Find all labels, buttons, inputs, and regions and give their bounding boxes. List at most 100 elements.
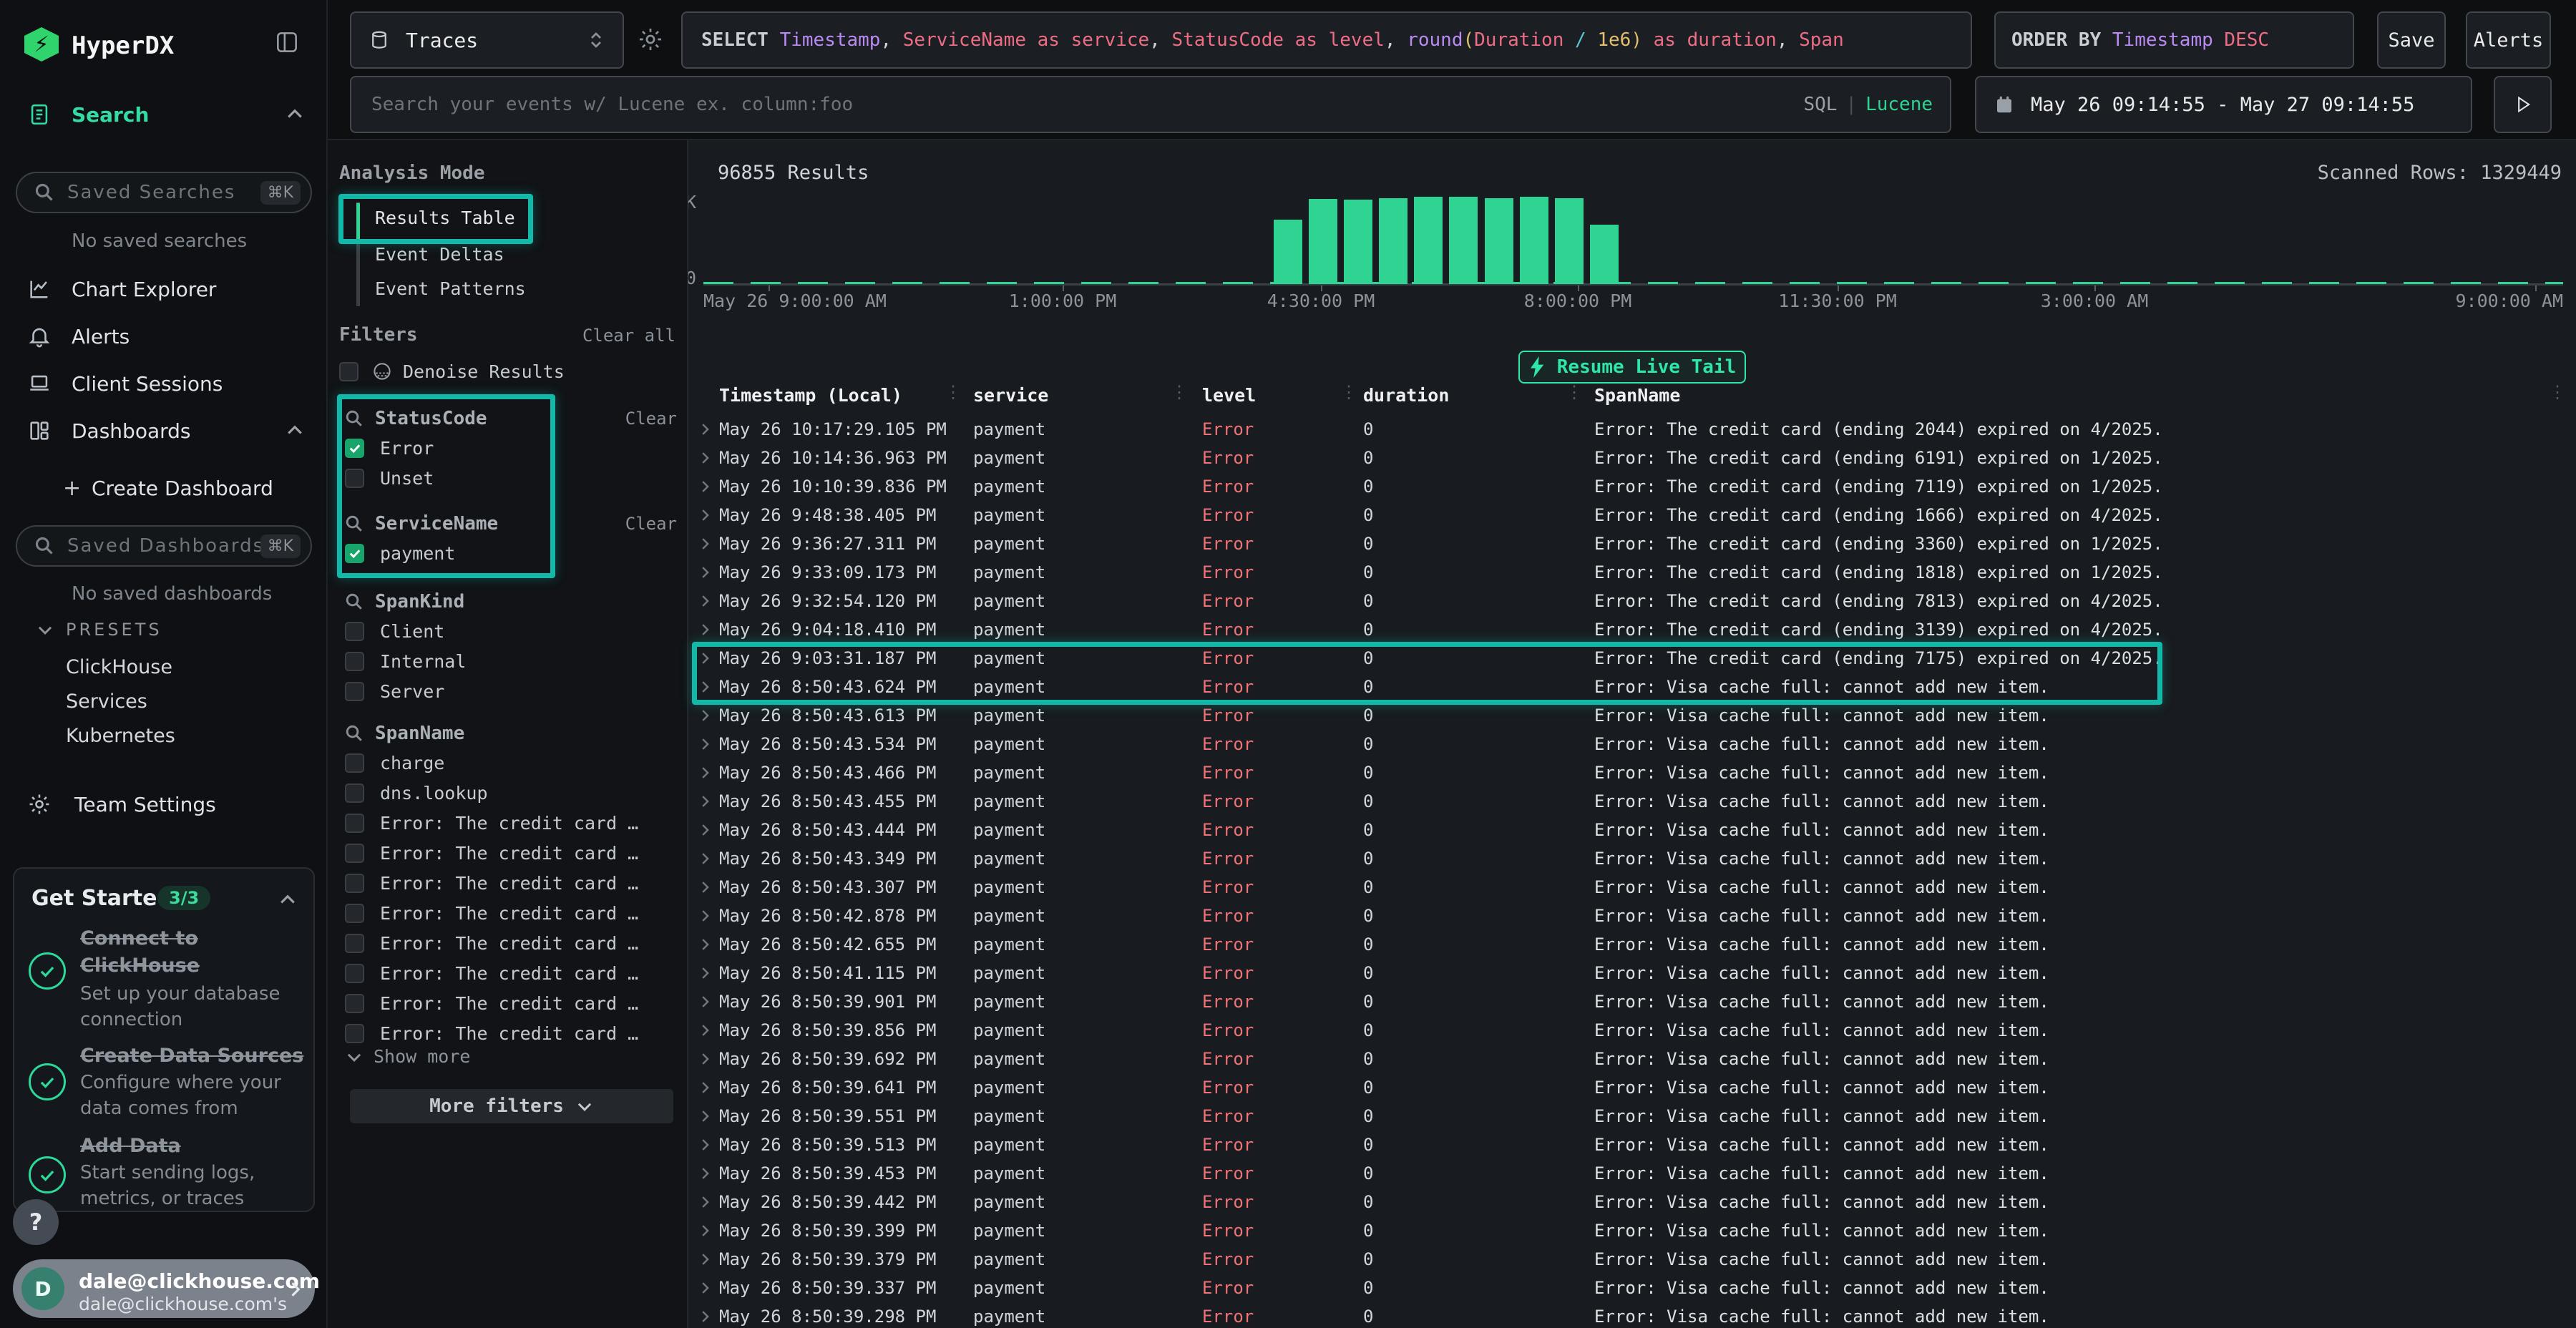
table-row[interactable]: May 26 9:04:18.410 PMpaymentError0Error:… [688,615,2576,644]
table-row[interactable]: May 26 8:50:41.115 PMpaymentError0Error:… [688,959,2576,987]
table-row[interactable]: May 26 8:50:43.307 PMpaymentError0Error:… [688,873,2576,902]
filter-clear-button[interactable]: Clear [625,409,677,429]
analysis-option-results-table[interactable]: Results Table [375,204,515,233]
presets-toggle[interactable]: PRESETS [0,610,328,650]
histogram-bar[interactable] [1274,220,1302,284]
table-row[interactable]: May 26 8:50:43.444 PMpaymentError0Error:… [688,816,2576,844]
table-row-highlighted[interactable]: May 26 9:03:31.187 PMpaymentError0Error:… [688,644,2576,673]
row-expand-icon[interactable] [697,1280,713,1296]
row-expand-icon[interactable] [697,565,713,580]
row-expand-icon[interactable] [697,1309,713,1324]
filter-option[interactable]: Error: The credit card … [328,868,688,898]
row-expand-icon[interactable] [697,736,713,752]
table-row[interactable]: May 26 8:50:43.349 PMpaymentError0Error:… [688,844,2576,873]
row-expand-icon[interactable] [697,421,713,437]
column-header-timestamp[interactable]: Timestamp (Local) [719,385,902,406]
show-more-button[interactable]: Show more [345,1046,470,1067]
results-histogram[interactable]: 12K 0 May 26 9:00:00 AM1:00:00 PM4:30:00… [703,183,2563,284]
row-expand-icon[interactable] [697,765,713,781]
filter-option[interactable]: dns.lookup [328,778,688,808]
search-icon[interactable] [345,592,364,611]
row-expand-icon[interactable] [697,965,713,981]
table-row[interactable]: May 26 8:50:39.856 PMpaymentError0Error:… [688,1016,2576,1045]
checkbox-unchecked[interactable] [345,753,364,773]
checkbox-unchecked[interactable] [345,783,364,803]
column-grip-icon[interactable]: ⋮ [945,382,962,402]
column-header-spanname[interactable]: SpanName [1594,385,1680,406]
alerts-button[interactable]: Alerts [2466,11,2551,69]
filter-option[interactable]: payment [328,538,688,568]
get-started-item-title[interactable]: ClickHouse [80,954,200,977]
table-row-highlighted[interactable]: May 26 8:50:43.624 PMpaymentError0Error:… [688,673,2576,701]
table-row[interactable]: May 26 8:50:43.534 PMpaymentError0Error:… [688,730,2576,758]
table-row[interactable]: May 26 8:50:42.655 PMpaymentError0Error:… [688,930,2576,959]
checkbox-unchecked[interactable] [345,814,364,833]
row-expand-icon[interactable] [697,507,713,523]
row-expand-icon[interactable] [697,536,713,552]
row-expand-icon[interactable] [697,1223,713,1239]
histogram-bar[interactable] [1449,197,1478,284]
histogram-bar[interactable] [1344,200,1372,284]
histogram-bar[interactable] [1414,197,1443,284]
row-expand-icon[interactable] [697,593,713,609]
search-icon[interactable] [345,514,364,533]
table-row[interactable]: May 26 10:17:29.105 PMpaymentError0Error… [688,415,2576,444]
row-expand-icon[interactable] [697,708,713,723]
analysis-option-event-deltas[interactable]: Event Deltas [375,240,504,269]
filter-option[interactable]: Error: The credit card … [328,958,688,988]
resume-live-tail-button[interactable]: Resume Live Tail [1518,351,1746,384]
table-row[interactable]: May 26 8:50:39.399 PMpaymentError0Error:… [688,1216,2576,1245]
row-expand-icon[interactable] [697,622,713,638]
date-range-picker[interactable]: May 26 09:14:55 - May 27 09:14:55 [1975,76,2472,133]
table-row[interactable]: May 26 8:50:43.613 PMpaymentError0Error:… [688,701,2576,730]
sidebar-item-clickhouse[interactable]: ClickHouse [66,656,172,678]
histogram-bar[interactable] [1555,198,1584,284]
row-expand-icon[interactable] [697,937,713,952]
saved-searches-input[interactable]: Saved Searches ⌘K [16,172,312,213]
histogram-bar[interactable] [1520,197,1548,284]
sql-query-input[interactable]: SELECT Timestamp, ServiceName as service… [681,11,1972,69]
row-expand-icon[interactable] [697,1166,713,1181]
filter-option[interactable]: Client [328,616,688,646]
histogram-bar[interactable] [1379,198,1407,284]
checkbox-unchecked[interactable] [345,652,364,671]
table-row[interactable]: May 26 8:50:39.551 PMpaymentError0Error:… [688,1102,2576,1131]
table-row[interactable]: May 26 8:50:39.442 PMpaymentError0Error:… [688,1188,2576,1216]
row-expand-icon[interactable] [697,1194,713,1210]
table-row[interactable]: May 26 8:50:39.901 PMpaymentError0Error:… [688,987,2576,1016]
table-row[interactable]: May 26 9:48:38.405 PMpaymentError0Error:… [688,501,2576,529]
table-row[interactable]: May 26 8:50:39.692 PMpaymentError0Error:… [688,1045,2576,1073]
filter-option[interactable]: Error: The credit card … [328,808,688,838]
row-expand-icon[interactable] [697,1108,713,1124]
saved-dashboards-input[interactable]: Saved Dashboards ⌘K [16,525,312,567]
column-grip-icon[interactable]: ⋮ [1171,382,1188,402]
more-filters-button[interactable]: More filters [350,1089,673,1123]
sidebar-collapse-icon[interactable] [273,29,301,56]
event-search-input[interactable]: Search your events w/ Lucene ex. column:… [350,76,1951,133]
sidebar-item-alerts[interactable]: Alerts [0,315,328,358]
table-row[interactable]: May 26 9:36:27.311 PMpaymentError0Error:… [688,529,2576,558]
get-started-item-title[interactable]: Connect to [80,927,198,949]
table-row[interactable]: May 26 8:50:39.453 PMpaymentError0Error:… [688,1159,2576,1188]
get-started-item-title[interactable]: Create Data Sources [80,1045,303,1067]
row-expand-icon[interactable] [697,479,713,494]
get-started-item-title[interactable]: Add Data [80,1135,181,1157]
row-expand-icon[interactable] [697,908,713,924]
chevron-up-icon[interactable] [278,890,298,910]
checkbox-checked[interactable] [345,544,364,563]
table-row[interactable]: May 26 8:50:39.379 PMpaymentError0Error:… [688,1245,2576,1274]
column-header-service[interactable]: service [973,385,1048,406]
column-header-level[interactable]: level [1202,385,1256,406]
search-icon[interactable] [345,724,364,743]
sidebar-item-client-sessions[interactable]: Client Sessions [0,362,328,405]
table-row[interactable]: May 26 10:14:36.963 PMpaymentError0Error… [688,444,2576,472]
checkbox-checked[interactable] [345,439,364,458]
table-row[interactable]: May 26 8:50:42.878 PMpaymentError0Error:… [688,902,2576,930]
filter-option[interactable]: Unset [328,463,688,493]
table-row[interactable]: May 26 8:50:39.513 PMpaymentError0Error:… [688,1131,2576,1159]
table-row[interactable]: May 26 8:50:43.466 PMpaymentError0Error:… [688,758,2576,787]
table-row[interactable]: May 26 8:50:43.455 PMpaymentError0Error:… [688,787,2576,816]
histogram-bar[interactable] [1590,225,1619,284]
mode-sql-label[interactable]: SQL [1803,94,1837,115]
checkbox-unchecked[interactable] [345,964,364,983]
